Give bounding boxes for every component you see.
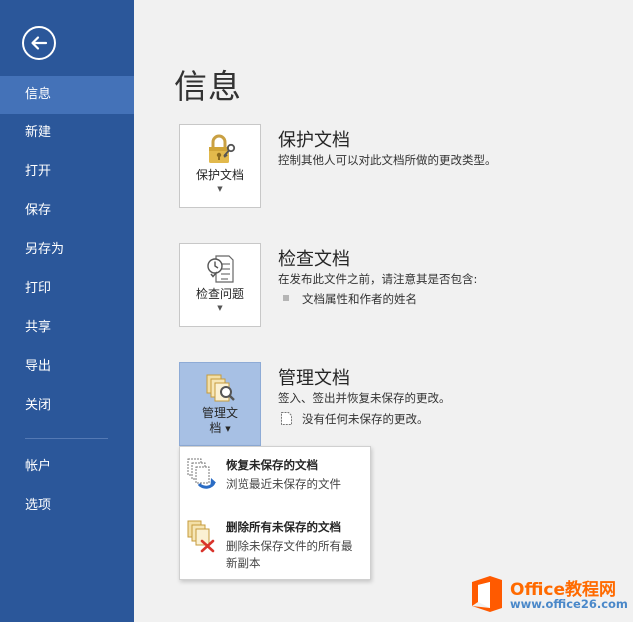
nav-close[interactable]: 关闭 [0, 387, 134, 425]
back-arrow-circle-icon [31, 36, 48, 50]
protect-document-button[interactable]: 保护文档 ▼ [179, 124, 261, 208]
nav-new[interactable]: 新建 [0, 114, 134, 152]
protect-description: 控制其他人可以对此文档所做的更改类型。 [278, 153, 497, 167]
document-icon [281, 412, 292, 425]
chevron-down-icon: ▼ [217, 185, 223, 193]
nav-share[interactable]: 共享 [0, 309, 134, 347]
delete-documents-icon [187, 520, 215, 553]
nav-info-label: 信息 [25, 87, 52, 102]
office-logo-icon [472, 576, 502, 612]
recover-unsaved-documents-item[interactable]: 恢复未保存的文档 浏览最近未保存的文件 [180, 455, 370, 507]
check-issues-label: 检查问题 [195, 287, 244, 301]
recover-unsaved-title: 恢复未保存的文档 [226, 458, 318, 472]
bullet-marker [283, 295, 289, 301]
nav-save-label: 保存 [25, 203, 52, 218]
nav-options-label: 选项 [25, 498, 52, 513]
nav-account[interactable]: 帐户 [0, 448, 134, 486]
manage-document-button[interactable]: 管理文 档 ▼ [179, 362, 261, 446]
manage-document-label-line2: 档 ▼ [180, 421, 260, 436]
back-button[interactable] [22, 26, 56, 60]
manage-document-dropdown: 恢复未保存的文档 浏览最近未保存的文件 删除所有未保存的文档 删除未保存文件的所… [179, 446, 371, 580]
nav-open[interactable]: 打开 [0, 153, 134, 191]
lock-key-icon [209, 134, 236, 163]
check-issues-button[interactable]: 检查问题 ▼ [179, 243, 261, 327]
nav-save[interactable]: 保存 [0, 192, 134, 230]
nav-save-as[interactable]: 另存为 [0, 231, 134, 269]
recover-unsaved-description: 浏览最近未保存的文件 [226, 477, 341, 491]
nav-new-label: 新建 [25, 125, 52, 140]
nav-export-label: 导出 [25, 359, 52, 374]
backstage-sidebar: 信息 新建 打开 保存 另存为 打印 共享 导出 关闭 帐户 选项 [0, 0, 134, 622]
chevron-down-icon: ▼ [217, 304, 223, 312]
watermark-url: www.office26.com [510, 597, 628, 611]
nav-info[interactable]: 信息 [0, 76, 134, 114]
manage-status: 没有任何未保存的更改。 [302, 412, 429, 426]
nav-close-label: 关闭 [25, 398, 52, 413]
nav-print-label: 打印 [25, 281, 52, 296]
nav-save-as-label: 另存为 [25, 242, 65, 257]
inspect-title: 检查文档 [278, 249, 350, 270]
delete-unsaved-description: 删除未保存文件的所有最新副本 [226, 539, 353, 570]
document-search-icon [206, 374, 235, 402]
manage-title: 管理文档 [278, 368, 350, 389]
site-watermark: Office教程网 www.office26.com [468, 572, 630, 618]
delete-unsaved-title: 删除所有未保存的文档 [226, 520, 341, 534]
manage-document-label-line2-text: 档 [209, 421, 222, 435]
nav-divider [25, 438, 108, 439]
protect-document-label: 保护文档 [195, 168, 244, 182]
chevron-down-icon: ▼ [225, 425, 231, 433]
delete-all-unsaved-documents-item[interactable]: 删除所有未保存的文档 删除未保存文件的所有最新副本 [180, 517, 370, 577]
nav-account-label: 帐户 [25, 459, 52, 474]
page-title: 信息 [174, 67, 242, 106]
checklist-icon [207, 255, 234, 283]
inspect-bullet-item: 文档属性和作者的姓名 [302, 292, 417, 306]
protect-title: 保护文档 [278, 130, 350, 151]
recover-documents-icon [187, 458, 216, 489]
manage-description: 签入、签出并恢复未保存的更改。 [278, 391, 451, 405]
nav-share-label: 共享 [25, 320, 52, 335]
nav-print[interactable]: 打印 [0, 270, 134, 308]
manage-document-label-line1: 管理文 [201, 406, 238, 420]
nav-export[interactable]: 导出 [0, 348, 134, 386]
inspect-description: 在发布此文件之前，请注意其是否包含: [278, 272, 478, 286]
nav-options[interactable]: 选项 [0, 487, 134, 525]
nav-open-label: 打开 [25, 164, 52, 179]
